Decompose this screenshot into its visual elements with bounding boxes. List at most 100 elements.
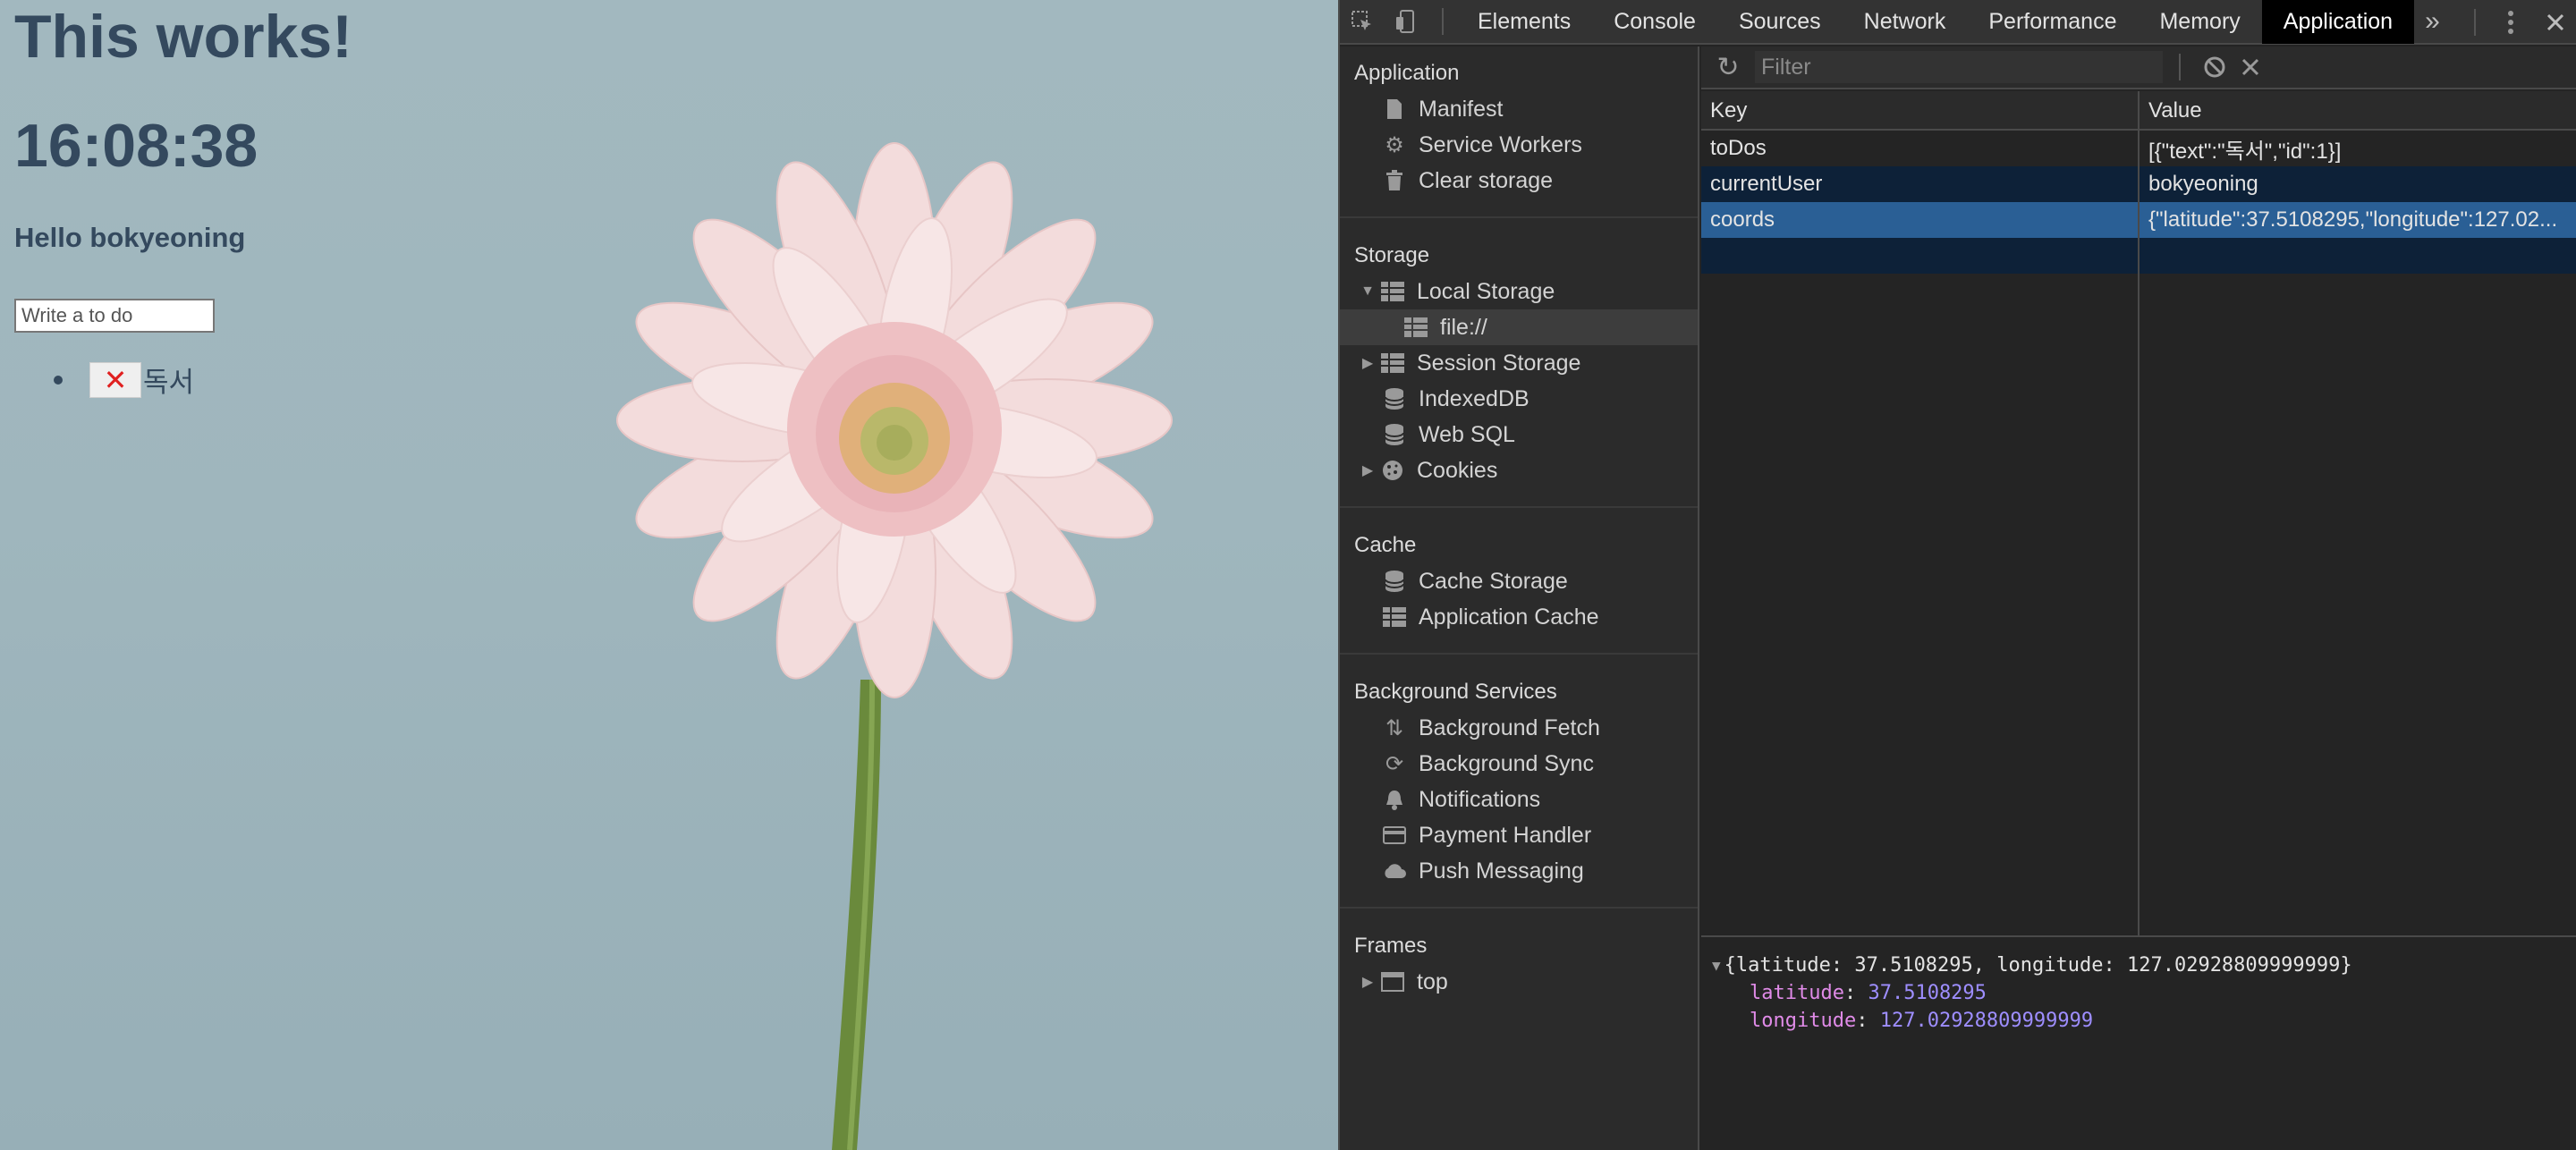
- sidebar-section-frames: Frames: [1354, 934, 1428, 958]
- bell-icon: [1381, 786, 1408, 813]
- collapse-arrow-icon[interactable]: ▼: [1712, 957, 1721, 974]
- sidebar-item-background-fetch[interactable]: ⇅ Background Fetch: [1340, 710, 1698, 746]
- application-sidebar: Application Manifest ⚙ Service Workers C…: [1340, 47, 1699, 1150]
- preview-property: longitude: 127.02928809999999: [1712, 1007, 2576, 1035]
- column-header-key[interactable]: Key: [1701, 91, 2140, 131]
- grid-icon: [1381, 604, 1408, 630]
- sidebar-item-clear-storage[interactable]: Clear storage: [1340, 163, 1698, 199]
- preview-value: 37.5108295: [1868, 982, 1987, 1004]
- greeting-text: Hello bokyeoning: [14, 222, 246, 253]
- sidebar-item-label: Cookies: [1417, 457, 1498, 483]
- delete-todo-button[interactable]: ✕: [89, 361, 141, 398]
- toolbar-right-controls: [2462, 0, 2576, 45]
- storage-filter-bar: ↻: [1701, 47, 2576, 89]
- gear-icon: ⚙: [1385, 132, 1404, 157]
- sync-icon: ⟳: [1385, 751, 1404, 776]
- sidebar-item-frame-top[interactable]: ▶ top: [1340, 964, 1698, 1000]
- device-toolbar-icon[interactable]: [1385, 0, 1429, 44]
- kebab-menu-icon[interactable]: [2488, 0, 2533, 45]
- sidebar-item-session-storage[interactable]: ▶ Session Storage: [1340, 345, 1698, 381]
- storage-table: Key Value toDos [{"text":"독서","id":1}] c…: [1701, 91, 2576, 935]
- sidebar-item-notifications[interactable]: Notifications: [1340, 782, 1698, 817]
- sidebar-item-label: Background Fetch: [1419, 715, 1600, 740]
- value-preview-pane: ▼ {latitude: 37.5108295, longitude: 127.0…: [1701, 935, 2576, 1150]
- filter-input[interactable]: [1755, 51, 2163, 83]
- preview-value: 127.02928809999999: [1879, 1010, 2094, 1032]
- sidebar-item-label: IndexedDB: [1419, 385, 1530, 411]
- tab-network[interactable]: Network: [1843, 0, 1968, 44]
- sidebar-item-label: Application Cache: [1419, 604, 1599, 630]
- inspect-element-icon[interactable]: [1340, 0, 1385, 44]
- refresh-icon[interactable]: ↻: [1701, 46, 1755, 89]
- updown-arrows-icon: ⇅: [1385, 715, 1404, 740]
- expand-arrow-icon[interactable]: ▶: [1360, 354, 1376, 372]
- sidebar-section-application: Application: [1354, 61, 1460, 85]
- frame-icon: [1379, 968, 1406, 995]
- sidebar-item-label: Session Storage: [1417, 350, 1581, 376]
- database-icon: [1381, 568, 1408, 595]
- todo-item-text: 독서: [143, 367, 195, 398]
- sidebar-item-label: top: [1417, 968, 1448, 994]
- sidebar-item-label: Clear storage: [1419, 167, 1554, 193]
- tab-sources[interactable]: Sources: [1717, 0, 1843, 44]
- toolbar-separator: [2179, 54, 2181, 80]
- sidebar-item-push-messaging[interactable]: Push Messaging: [1340, 853, 1698, 889]
- tab-application[interactable]: Application: [2261, 0, 2415, 44]
- sidebar-divider: [1340, 653, 1698, 674]
- preview-colon: :: [1856, 1010, 1880, 1032]
- toolbar-separator: [2474, 9, 2476, 36]
- trash-icon: [1381, 167, 1408, 194]
- sidebar-item-web-sql[interactable]: Web SQL: [1340, 417, 1698, 452]
- preview-summary-line[interactable]: ▼ {latitude: 37.5108295, longitude: 127.0…: [1712, 951, 2576, 979]
- close-devtools-icon[interactable]: [2533, 0, 2576, 45]
- cloud-icon: [1381, 858, 1408, 884]
- expand-arrow-icon[interactable]: ▶: [1360, 461, 1376, 479]
- delete-selected-icon[interactable]: [2233, 46, 2268, 89]
- sidebar-item-label: Background Sync: [1419, 750, 1594, 776]
- cookie-icon: [1379, 457, 1406, 484]
- devtools-panel: Elements Console Sources Network Perform…: [1338, 0, 2576, 1150]
- todo-list: ✕ 독서: [54, 359, 194, 400]
- sidebar-item-local-storage[interactable]: ▼ Local Storage: [1340, 274, 1698, 309]
- tab-elements[interactable]: Elements: [1456, 0, 1592, 44]
- sidebar-item-label: Cache Storage: [1419, 568, 1568, 594]
- sidebar-item-local-storage-file[interactable]: file://: [1340, 309, 1698, 345]
- sidebar-item-label: Notifications: [1419, 786, 1541, 812]
- file-icon: [1381, 96, 1408, 123]
- sidebar-item-label: Manifest: [1419, 96, 1504, 122]
- sidebar-item-label: Web SQL: [1419, 421, 1515, 447]
- sidebar-item-cache-storage[interactable]: Cache Storage: [1340, 563, 1698, 599]
- column-header-value[interactable]: Value: [2140, 91, 2576, 131]
- expand-arrow-icon[interactable]: ▶: [1360, 973, 1376, 991]
- more-tabs-icon[interactable]: »: [2414, 0, 2451, 44]
- toolbar-separator: [1442, 8, 1444, 35]
- preview-summary: {latitude: 37.5108295, longitude: 127.02…: [1724, 954, 2352, 977]
- tab-console[interactable]: Console: [1592, 0, 1717, 44]
- storage-view: ↻ Key Value toDos [{"text":"독서","id":1}]…: [1701, 47, 2576, 1150]
- sidebar-item-cookies[interactable]: ▶ Cookies: [1340, 452, 1698, 488]
- grid-icon: [1402, 314, 1429, 341]
- card-icon: [1381, 822, 1408, 849]
- sidebar-section-cache: Cache: [1354, 533, 1417, 557]
- sidebar-item-service-workers[interactable]: ⚙ Service Workers: [1340, 127, 1698, 163]
- sidebar-item-background-sync[interactable]: ⟳ Background Sync: [1340, 746, 1698, 782]
- sidebar-item-label: Service Workers: [1419, 131, 1582, 157]
- sidebar-item-label: Push Messaging: [1419, 858, 1584, 884]
- tab-performance[interactable]: Performance: [1967, 0, 2138, 44]
- preview-colon: :: [1843, 982, 1868, 1004]
- row-value: [{"text":"독서","id":1}]: [2148, 139, 2342, 164]
- todo-input[interactable]: [14, 299, 215, 333]
- sidebar-item-payment-handler[interactable]: Payment Handler: [1340, 817, 1698, 853]
- row-key: currentUser: [1710, 172, 1823, 196]
- sidebar-item-manifest[interactable]: Manifest: [1340, 91, 1698, 127]
- preview-key: longitude: [1750, 1010, 1857, 1032]
- todo-item: ✕ 독서: [54, 359, 194, 400]
- list-bullet: [54, 375, 63, 385]
- expand-arrow-icon[interactable]: ▼: [1360, 283, 1376, 300]
- sidebar-item-indexeddb[interactable]: IndexedDB: [1340, 381, 1698, 417]
- sidebar-item-application-cache[interactable]: Application Cache: [1340, 599, 1698, 635]
- grid-icon: [1379, 350, 1406, 376]
- clear-all-icon[interactable]: [2197, 46, 2233, 89]
- row-value: bokyeoning: [2148, 172, 2258, 196]
- tab-memory[interactable]: Memory: [2138, 0, 2261, 44]
